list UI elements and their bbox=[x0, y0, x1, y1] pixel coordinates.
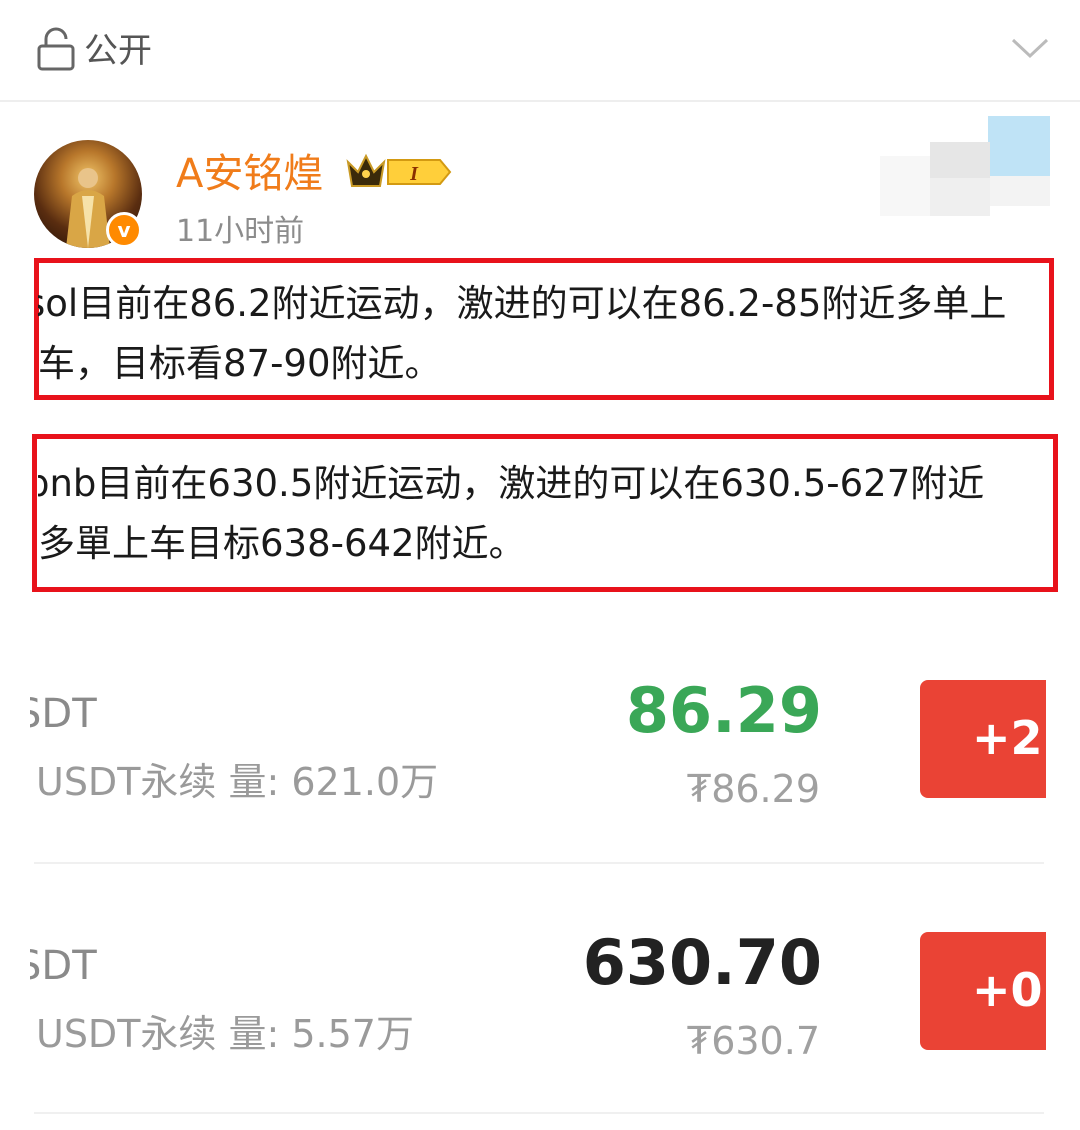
avatar-figure-icon bbox=[66, 168, 110, 248]
ticker-subline: USDT永续 量: 5.57万 bbox=[36, 1012, 414, 1056]
post-paragraph-sol: sol目前在86.2附近运动，激进的可以在86.2-85附近多单上车，目标看87… bbox=[38, 282, 1007, 385]
post-time: 11小时前 bbox=[176, 214, 305, 249]
screen-edge bbox=[1046, 640, 1080, 1128]
chevron-down-icon[interactable] bbox=[1010, 34, 1050, 62]
vip-crown-icon[interactable]: I bbox=[344, 150, 454, 194]
visibility-label: 公开 bbox=[84, 31, 152, 71]
ticker-price: 630.70 bbox=[582, 926, 822, 999]
ticker-subline: USDT永续 量: 621.0万 bbox=[36, 760, 439, 804]
ticker-row-bnb[interactable]: SDT USDT永续 量: 5.57万 630.70 ₮630.7 +0 bbox=[0, 890, 1080, 1130]
ticker-symbol: SDT bbox=[30, 943, 97, 989]
ticker-price: 86.29 bbox=[625, 674, 822, 747]
ticker-row-sol[interactable]: SDT USDT永续 量: 621.0万 86.29 ₮86.29 +2 bbox=[0, 640, 1080, 880]
row-divider bbox=[34, 862, 1044, 864]
author-name[interactable]: A安铭煌 bbox=[176, 148, 323, 200]
vip-level-text: I bbox=[409, 163, 419, 185]
change-badge-text: +0 bbox=[972, 963, 1043, 1017]
blurred-decoration bbox=[880, 116, 1050, 216]
verified-badge: v bbox=[106, 212, 142, 248]
ticker-fiat-price: ₮86.29 bbox=[687, 767, 820, 811]
ticker-fiat-price: ₮630.7 bbox=[687, 1019, 820, 1063]
visibility-bar[interactable]: 公开 bbox=[0, 0, 1080, 102]
row-divider bbox=[34, 1112, 1044, 1114]
lock-icon bbox=[37, 27, 75, 71]
post-paragraph-bnb: bnb目前在630.5附近运动，激进的可以在630.5-627附近多單上车目标6… bbox=[38, 462, 985, 565]
ticker-symbol: SDT bbox=[30, 691, 97, 737]
change-badge-text: +2 bbox=[972, 711, 1043, 765]
